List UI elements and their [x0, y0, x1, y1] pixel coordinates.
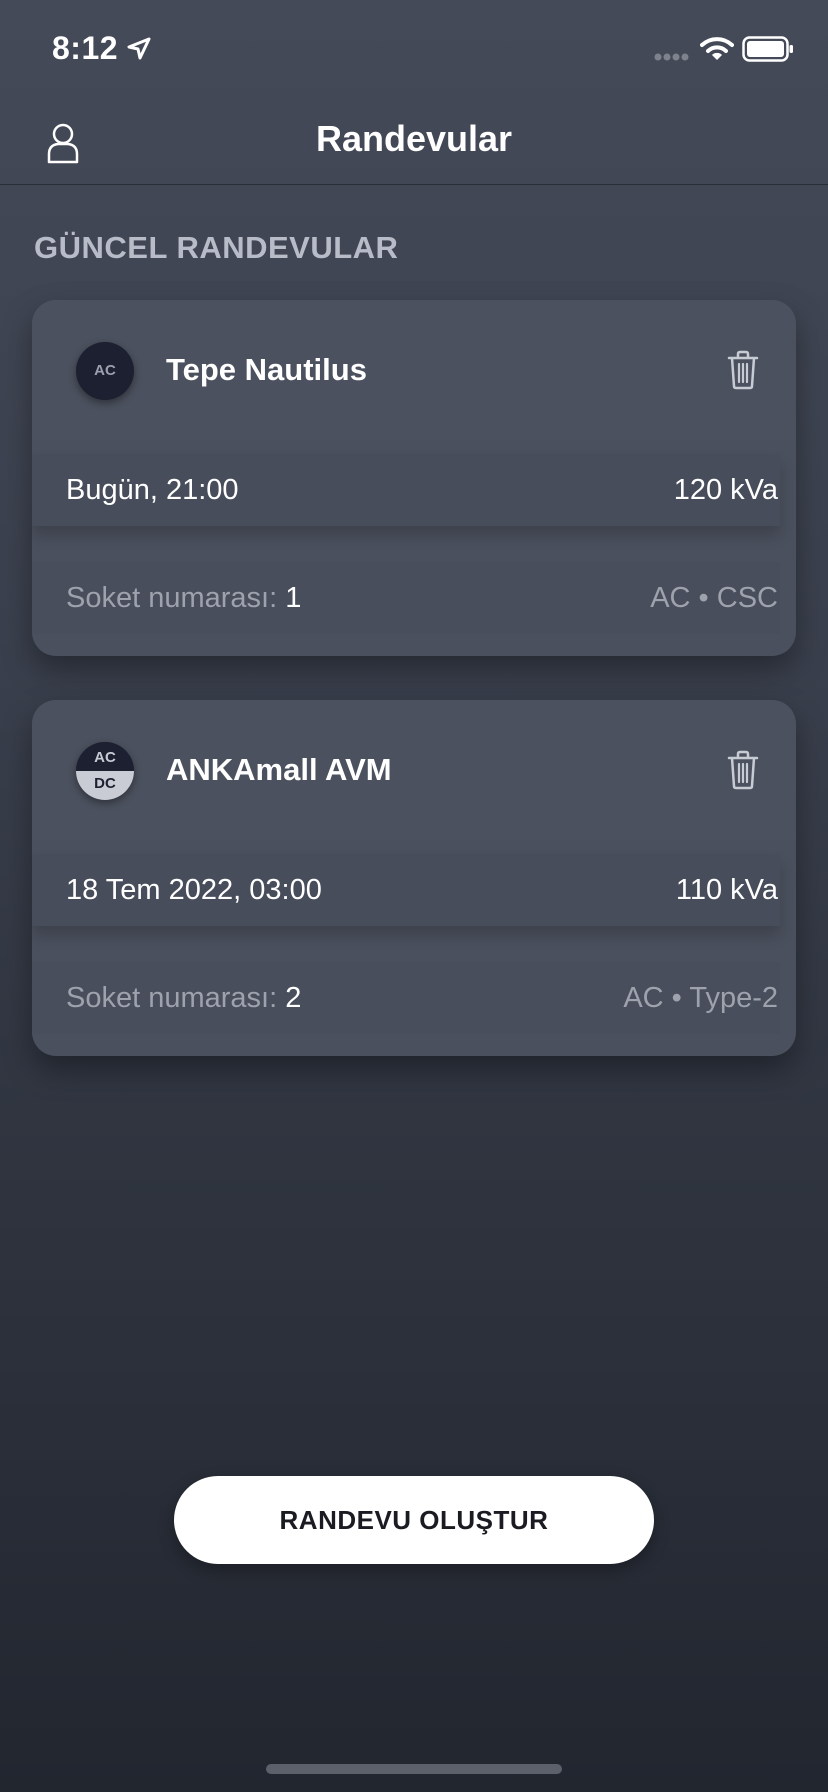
badge-dc-label: DC — [76, 771, 134, 800]
socket-label: Soket numarası: — [66, 582, 278, 614]
battery-icon — [742, 36, 793, 62]
trash-icon[interactable] — [726, 350, 760, 390]
appointment-time-row: 18 Tem 2022, 03:00 110 kVa — [32, 854, 780, 926]
signal-icon — [654, 53, 689, 61]
charger-type-badge: AC DC — [76, 742, 134, 800]
appointment-power: 110 kVa — [675, 874, 778, 906]
socket-row: Soket numarası: 1 AC • CSC — [32, 562, 780, 634]
wifi-icon — [700, 37, 734, 60]
appointment-time-row: Bugün, 21:00 120 kVa — [32, 454, 780, 526]
page-title: Randevular — [315, 118, 513, 159]
charger-type-badge: AC — [76, 342, 134, 400]
socket-info: Soket numarası: 2 — [66, 982, 301, 1015]
connector-type: AC • Type-2 — [623, 982, 778, 1014]
home-indicator[interactable] — [266, 1764, 562, 1774]
socket-number: 1 — [285, 582, 302, 614]
navigation-bar: Randevular — [0, 100, 828, 185]
appointment-card[interactable]: AC DC ANKAmall AVM 18 Tem 2022, 03:00 11… — [32, 700, 796, 1056]
appointment-power: 120 kVa — [673, 474, 778, 506]
appointment-datetime: Bugün, 21:00 — [66, 474, 239, 506]
socket-info: Soket numarası: 1 — [66, 582, 301, 615]
socket-number: 2 — [285, 982, 302, 1014]
trash-icon[interactable] — [726, 750, 760, 790]
card-header: AC Tepe Nautilus — [32, 300, 796, 440]
socket-row: Soket numarası: 2 AC • Type-2 — [32, 962, 780, 1034]
card-header: AC DC ANKAmall AVM — [32, 700, 796, 840]
badge-ac-label: AC — [76, 742, 134, 771]
appointment-card[interactable]: AC Tepe Nautilus Bugün, 21:00 120 kVa So… — [32, 300, 796, 656]
location-arrow-icon — [127, 37, 151, 60]
section-header: GÜNCEL RANDEVULAR — [34, 230, 399, 265]
station-name: Tepe Nautilus — [166, 352, 367, 387]
station-name: ANKAmall AVM — [166, 752, 392, 787]
connector-type: AC • CSC — [650, 582, 778, 614]
appointment-datetime: 18 Tem 2022, 03:00 — [66, 874, 322, 906]
create-appointment-button[interactable]: RANDEVU OLUŞTUR — [174, 1476, 654, 1564]
badge-ac-label: AC — [94, 362, 116, 379]
status-time: 8:12 — [52, 30, 119, 66]
status-bar: 8:12 — [0, 0, 828, 100]
socket-label: Soket numarası: — [66, 982, 278, 1014]
